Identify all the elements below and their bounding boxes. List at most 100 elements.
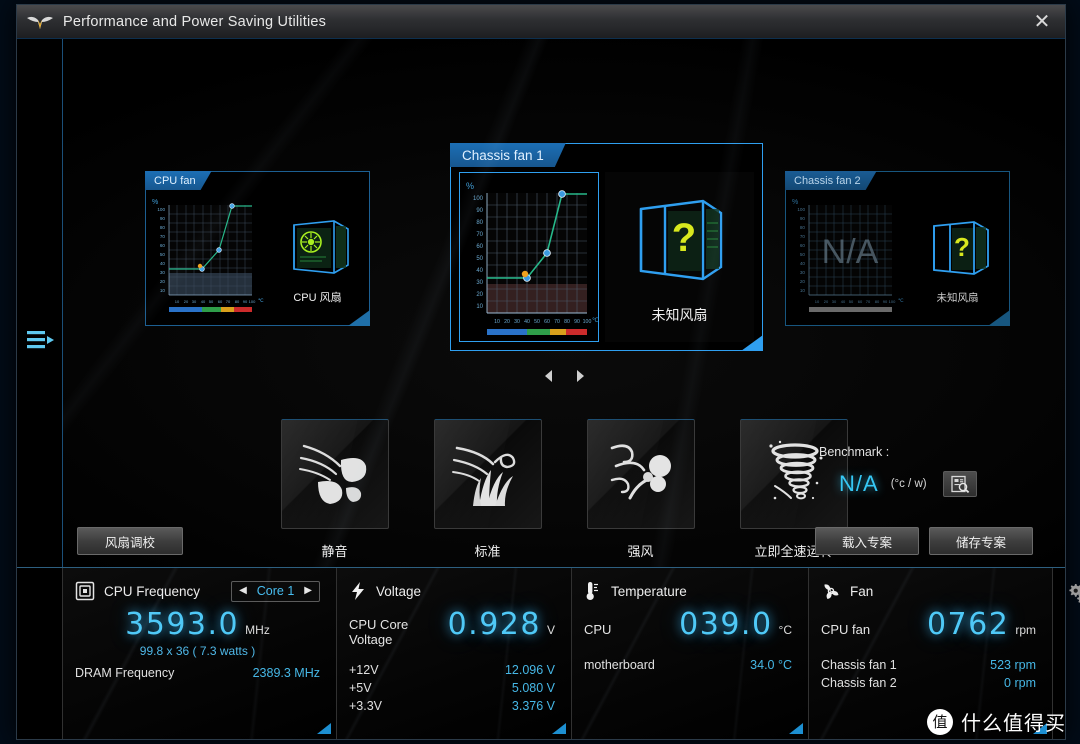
svg-text:%: %: [152, 199, 158, 206]
thermometer-icon: [586, 582, 598, 600]
fan-card-cpu-fan[interactable]: CPU fan % 100 90 80 70 60 50 40 30 20 10…: [145, 171, 370, 326]
cpu-core-voltage-label: CPU Core Voltage: [349, 617, 409, 647]
svg-text:℃: ℃: [592, 318, 598, 324]
benchmark-inspect-button[interactable]: [942, 471, 977, 497]
fan-card-chassis-fan-1[interactable]: Chassis fan 1 % 100 90 80 70 60 50 40 30…: [450, 143, 763, 351]
mode-tile[interactable]: [280, 419, 389, 529]
chart-na-overlay: N/A: [822, 233, 879, 271]
svg-text:℃: ℃: [898, 298, 904, 304]
svg-text:100: 100: [157, 207, 165, 212]
svg-text:90: 90: [883, 299, 888, 304]
upper-region: CPU fan % 100 90 80 70 60 50 40 30 20 10…: [17, 39, 1065, 567]
mode-tile[interactable]: [433, 419, 542, 529]
left-rail: [17, 39, 63, 567]
panel-corner-notch: [1033, 723, 1047, 734]
svg-text:70: 70: [800, 234, 806, 239]
svg-text:80: 80: [235, 299, 240, 304]
svg-text:%: %: [466, 181, 474, 191]
svg-text:20: 20: [800, 279, 806, 284]
chassis-unknown-fan-icon: ?: [932, 220, 989, 275]
chassis-case-fan-icon: [292, 220, 349, 274]
cpu-fan-value: 0762: [926, 607, 1010, 642]
fan-curve-chart-chassis1[interactable]: % 10090 8070 6050 4030 2010 10 20 30 40 …: [460, 173, 599, 343]
svg-text:80: 80: [564, 319, 570, 325]
panel-title: Voltage: [376, 583, 422, 599]
window-body: CPU fan % 100 90 80 70 60 50 40 30 20 10…: [17, 39, 1080, 739]
gears-icon[interactable]: [1067, 582, 1080, 613]
benchmark-title: Benchmark :: [819, 445, 890, 459]
fan-row: Chassis fan 2 0 rpm: [821, 676, 1036, 690]
svg-text:60: 60: [858, 299, 863, 304]
mode-tile[interactable]: [586, 419, 695, 529]
fan-label: Chassis fan 2: [821, 676, 897, 690]
wind-grass-icon: [451, 446, 515, 506]
fan-card-chassis-fan-2[interactable]: Chassis fan 2 % 100 90 80 70 60 50 40 30…: [785, 171, 1010, 326]
svg-text:60: 60: [544, 319, 550, 325]
title-bar: Performance and Power Saving Utilities ✕: [17, 5, 1065, 39]
svg-text:60: 60: [800, 243, 806, 248]
panel-title: CPU Frequency: [104, 583, 201, 599]
core-selector[interactable]: ◀ Core 1 ▶: [231, 580, 320, 602]
fan-card-carousel: CPU fan % 100 90 80 70 60 50 40 30 20 10…: [63, 39, 1065, 351]
voltage-rail-row: +12V 12.096 V: [349, 663, 555, 677]
svg-text:70: 70: [866, 299, 871, 304]
close-icon[interactable]: ✕: [1029, 9, 1055, 35]
rail-label: +12V: [349, 663, 379, 677]
chevron-right-icon[interactable]: ▶: [304, 586, 312, 596]
chevron-left-icon[interactable]: [540, 367, 556, 385]
svg-text:60: 60: [218, 299, 223, 304]
svg-text:?: ?: [671, 216, 695, 260]
svg-text:100: 100: [583, 319, 592, 325]
svg-text:90: 90: [800, 216, 806, 221]
status-panel-voltage: Voltage CPU Core Voltage 0.928 V +12V 12…: [337, 568, 572, 739]
svg-text:10: 10: [494, 319, 500, 325]
svg-text:10: 10: [476, 304, 483, 310]
voltage-rail-row: +3.3V 3.376 V: [349, 699, 555, 713]
svg-text:30: 30: [160, 270, 166, 275]
hamburger-menu-icon[interactable]: [26, 327, 56, 353]
fan-value: 0 rpm: [1004, 676, 1036, 690]
panel-corner-notch: [317, 723, 331, 734]
fan-row: Chassis fan 1 523 rpm: [821, 658, 1036, 672]
svg-text:90: 90: [476, 208, 483, 214]
fan-tuning-button[interactable]: 风扇调校: [77, 527, 183, 555]
svg-text:40: 40: [841, 299, 846, 304]
chevron-right-icon[interactable]: [572, 367, 588, 385]
chevron-left-icon[interactable]: ◀: [239, 586, 247, 596]
benchmark-unit: (°c / w): [890, 478, 927, 490]
fan-curve-chart-chassis2: % 10090 8070 6050 4030 2010 N/A 10 20 30…: [792, 199, 904, 312]
svg-text:?: ?: [954, 232, 970, 262]
panel-title: Fan: [850, 583, 874, 599]
svg-text:80: 80: [160, 225, 166, 230]
leaf-breeze-icon: [298, 444, 366, 504]
svg-text:60: 60: [476, 244, 483, 250]
panel-corner-notch: [789, 723, 803, 734]
fan-card-viz-label: 未知风扇: [936, 291, 979, 304]
temp-value: 34.0 °C: [750, 658, 792, 672]
svg-text:90: 90: [574, 319, 580, 325]
save-profile-button[interactable]: 储存专案: [929, 527, 1033, 555]
cpu-chip-icon: [75, 581, 95, 601]
svg-text:80: 80: [875, 299, 880, 304]
svg-text:10: 10: [175, 299, 180, 304]
cpu-frequency-unit: MHz: [245, 623, 270, 637]
svg-text:10: 10: [815, 299, 820, 304]
svg-text:20: 20: [824, 299, 829, 304]
load-profile-button[interactable]: 载入专案: [815, 527, 919, 555]
svg-text:50: 50: [476, 256, 483, 262]
benchmark-value: N/A: [839, 471, 879, 496]
svg-text:90: 90: [243, 299, 248, 304]
svg-text:80: 80: [800, 225, 806, 230]
status-bar: CPU Frequency ◀ Core 1 ▶ 3593.0 MHz 99.8…: [17, 567, 1080, 739]
rail-label: +5V: [349, 681, 372, 695]
cpu-core-voltage-value: 0.928: [447, 607, 541, 642]
cpu-frequency-detail: 99.8 x 36 ( 7.3 watts ): [139, 644, 256, 658]
rail-value: 12.096 V: [504, 663, 555, 677]
svg-text:10: 10: [160, 288, 166, 293]
svg-text:20: 20: [476, 292, 483, 298]
temp-label: motherboard: [584, 658, 655, 672]
svg-text:20: 20: [160, 279, 166, 284]
carousel-nav: [540, 367, 588, 385]
fan-curve-chart-cpu[interactable]: % 10090 8070 6050 4030 2010 10 20 30 40 …: [146, 191, 266, 323]
fan-xpert-main: CPU fan % 100 90 80 70 60 50 40 30 20 10…: [63, 39, 1065, 567]
